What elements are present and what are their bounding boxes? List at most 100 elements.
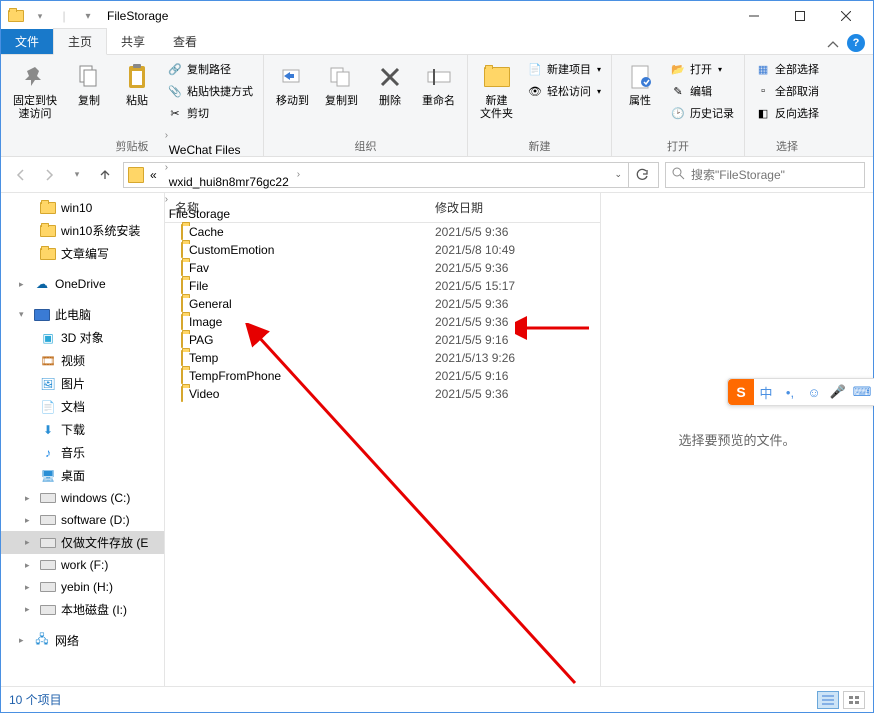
forward-button[interactable] [37, 163, 61, 187]
recent-locations-button[interactable]: ▾ [65, 163, 89, 187]
file-row[interactable]: PAG2021/5/5 9:16 [165, 331, 600, 349]
ime-lang-button[interactable]: 中 [754, 379, 778, 405]
tree-item[interactable]: ▸windows (C:) [1, 487, 164, 509]
tree-item[interactable]: ▸本地磁盘 (I:) [1, 598, 164, 621]
select-none-icon: ▫ [755, 83, 771, 99]
expand-icon[interactable]: ▸ [25, 537, 35, 548]
refresh-button[interactable] [628, 163, 654, 187]
up-button[interactable] [93, 163, 117, 187]
ime-toolbar[interactable]: S 中 •, ☺ 🎤 ⌨ [727, 378, 874, 406]
expand-icon[interactable]: ▾ [19, 309, 29, 320]
tree-item[interactable]: 🖥桌面 [1, 464, 164, 487]
back-button[interactable] [9, 163, 33, 187]
folder-icon [40, 200, 56, 216]
tree-item[interactable]: win10 [1, 197, 164, 219]
file-row[interactable]: File2021/5/5 15:17 [165, 277, 600, 295]
file-row[interactable]: CustomEmotion2021/5/8 10:49 [165, 241, 600, 259]
tree-item[interactable]: win10系统安装 [1, 219, 164, 242]
copy-to-button[interactable]: 复制到 [319, 57, 364, 112]
breadcrumb-item[interactable]: WeChat Files [163, 141, 295, 159]
file-row[interactable]: TempFromPhone2021/5/5 9:16 [165, 367, 600, 385]
tab-home[interactable]: 主页 [53, 28, 107, 55]
search-input[interactable] [691, 168, 858, 182]
pin-to-quick-access-button[interactable]: 固定到快 速访问 [7, 57, 63, 125]
expand-icon[interactable]: ▸ [19, 635, 29, 646]
tree-item[interactable]: ▸🖧网络 [1, 629, 164, 652]
tab-share[interactable]: 共享 [107, 29, 159, 54]
column-date[interactable]: 修改日期 [425, 193, 600, 222]
ribbon-tabs: 文件 主页 共享 查看 ? [1, 31, 873, 55]
select-none-button[interactable]: ▫全部取消 [751, 81, 823, 101]
paste-shortcut-button[interactable]: 📎粘贴快捷方式 [163, 81, 257, 101]
invert-selection-button[interactable]: ◧反向选择 [751, 103, 823, 123]
file-row[interactable]: Image2021/5/5 9:36 [165, 313, 600, 331]
expand-icon[interactable]: ▸ [25, 582, 35, 593]
open-button[interactable]: 📂打开▾ [666, 59, 738, 79]
expand-icon[interactable]: ▸ [19, 279, 29, 290]
select-all-button[interactable]: ▦全部选择 [751, 59, 823, 79]
breadcrumb-item[interactable]: wxid_hui8n8mr76gc22 [163, 173, 295, 191]
navigation-pane[interactable]: win10win10系统安装文章编写 ▸☁OneDrive ▾此电脑▣3D 对象🎞视… [1, 193, 165, 686]
close-button[interactable] [823, 1, 869, 31]
tree-item[interactable]: 🎞视频 [1, 349, 164, 372]
tree-item[interactable]: ▸software (D:) [1, 509, 164, 531]
tree-item[interactable]: ♪音乐 [1, 441, 164, 464]
breadcrumb-prefix[interactable]: « [144, 166, 163, 184]
qat-dropdown-icon[interactable]: ▾ [29, 5, 51, 27]
cut-button[interactable]: ✂剪切 [163, 103, 257, 123]
file-row[interactable]: Video2021/5/5 9:36 [165, 385, 600, 403]
tree-item[interactable]: ▸仅做文件存放 (E [1, 531, 164, 554]
large-icons-view-button[interactable] [843, 691, 865, 709]
new-item-button[interactable]: 📄新建项目▾ [523, 59, 605, 79]
easy-access-button[interactable]: 👁轻松访问▾ [523, 81, 605, 101]
tree-item[interactable]: ▸yebin (H:) [1, 576, 164, 598]
tab-file[interactable]: 文件 [1, 29, 53, 54]
history-button[interactable]: 🕑历史记录 [666, 103, 738, 123]
ime-emoji-button[interactable]: ☺ [802, 379, 826, 405]
ime-logo-icon[interactable]: S [728, 379, 754, 405]
delete-button[interactable]: 删除 [368, 57, 412, 112]
tab-view[interactable]: 查看 [159, 29, 211, 54]
file-row[interactable]: Cache2021/5/5 9:36 [165, 223, 600, 241]
tree-item[interactable]: ⬇下载 [1, 418, 164, 441]
breadcrumb-chevron-icon[interactable]: › [295, 169, 302, 180]
help-button[interactable]: ? [847, 34, 865, 52]
details-view-button[interactable] [817, 691, 839, 709]
address-dropdown-button[interactable]: ⌄ [608, 169, 628, 180]
edit-button[interactable]: ✎编辑 [666, 81, 738, 101]
ime-punct-button[interactable]: •, [778, 379, 802, 405]
ribbon-collapse-button[interactable] [819, 36, 847, 54]
move-to-button[interactable]: 移动到 [270, 57, 315, 112]
tree-item[interactable]: ▾此电脑 [1, 303, 164, 326]
tree-item[interactable]: 🖼图片 [1, 372, 164, 395]
maximize-button[interactable] [777, 1, 823, 31]
tree-item[interactable]: ▸work (F:) [1, 554, 164, 576]
properties-button[interactable]: 属性 [618, 57, 662, 112]
copy-button[interactable]: 复制 [67, 57, 111, 112]
expand-icon[interactable]: ▸ [25, 560, 35, 571]
expand-icon[interactable]: ▸ [25, 604, 35, 615]
expand-icon[interactable]: ▸ [25, 515, 35, 526]
file-row[interactable]: Temp2021/5/13 9:26 [165, 349, 600, 367]
expand-icon[interactable]: ▸ [25, 493, 35, 504]
qat-overflow-icon[interactable]: ▾ [77, 5, 99, 27]
tree-item[interactable]: ▸☁OneDrive [1, 273, 164, 295]
file-row[interactable]: Fav2021/5/5 9:36 [165, 259, 600, 277]
address-bar[interactable]: « ›WeChat Files›wxid_hui8n8mr76gc22›File… [123, 162, 659, 188]
ime-mic-button[interactable]: 🎤 [826, 379, 850, 405]
file-list[interactable]: 名称 修改日期 Cache2021/5/5 9:36CustomEmotion2… [165, 193, 601, 686]
new-folder-button[interactable]: 新建 文件夹 [474, 57, 519, 125]
breadcrumb-chevron-icon[interactable]: › [163, 130, 170, 141]
breadcrumb-chevron-icon[interactable]: › [163, 162, 170, 173]
file-row[interactable]: General2021/5/5 9:36 [165, 295, 600, 313]
rename-button[interactable]: 重命名 [416, 57, 461, 112]
minimize-button[interactable] [731, 1, 777, 31]
tree-item[interactable]: 📄文档 [1, 395, 164, 418]
paste-button[interactable]: 粘贴 [115, 57, 159, 112]
copy-path-button[interactable]: 🔗复制路径 [163, 59, 257, 79]
ime-keyboard-button[interactable]: ⌨ [850, 379, 874, 405]
column-name[interactable]: 名称 [165, 193, 425, 222]
search-box[interactable] [665, 162, 865, 188]
tree-item[interactable]: 文章编写 [1, 242, 164, 265]
tree-item[interactable]: ▣3D 对象 [1, 326, 164, 349]
